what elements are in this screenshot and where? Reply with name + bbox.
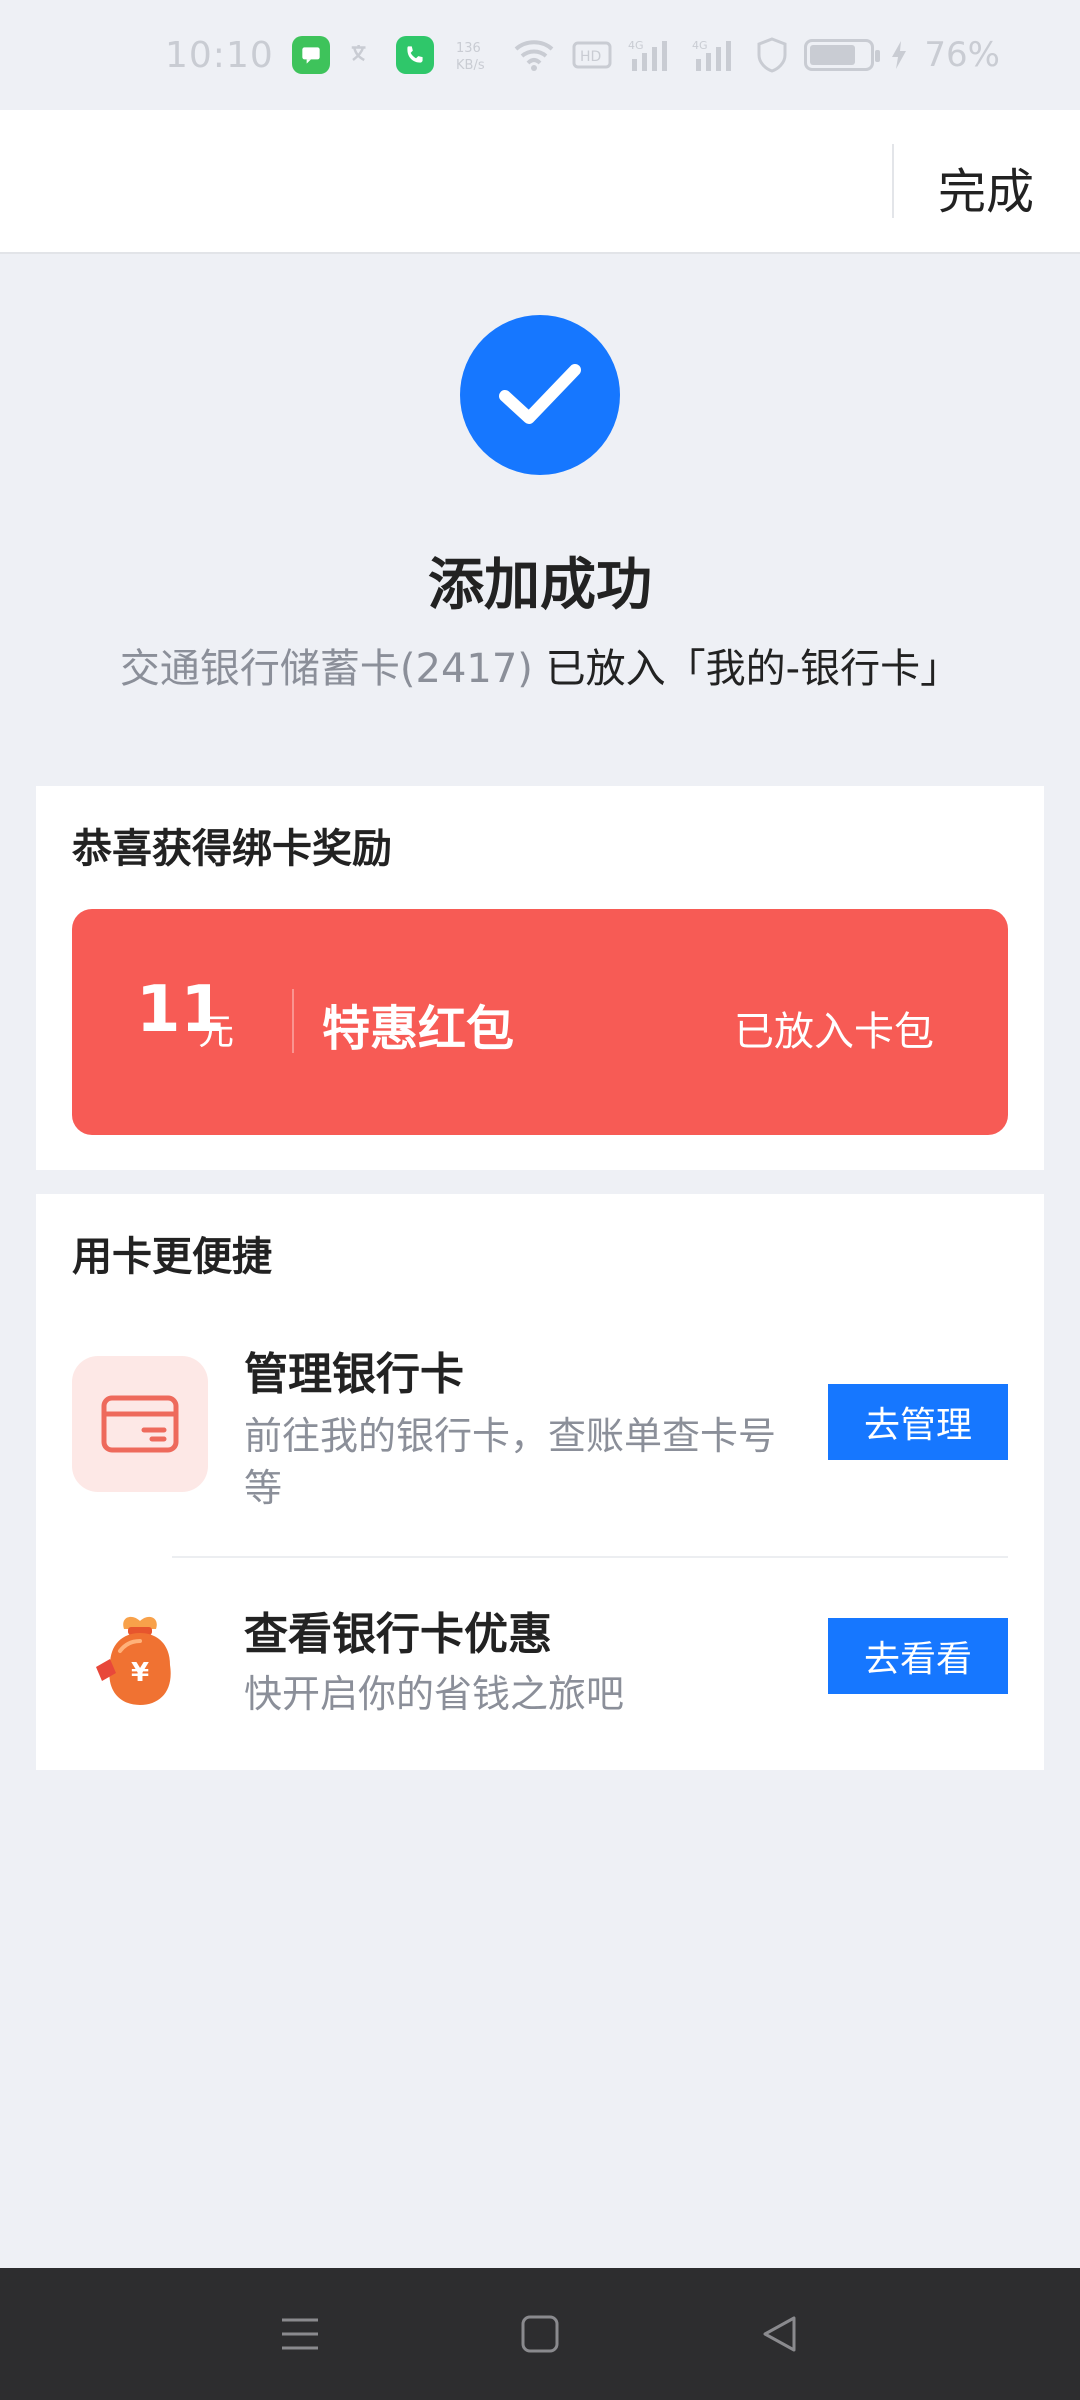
wifi-icon	[512, 37, 556, 73]
phone-app-icon	[395, 36, 434, 74]
red-packet-name: 特惠红包	[322, 1001, 515, 1057]
card-offers-title: 查看银行卡优惠	[244, 1609, 552, 1660]
success-title: 添加成功	[428, 553, 652, 618]
battery-icon	[804, 39, 881, 71]
red-packet-divider	[292, 989, 294, 1053]
status-right: 136 KB/s HD 4G 4G 76%	[456, 35, 1000, 75]
header-divider	[892, 144, 894, 218]
quick-use-card: 用卡更便捷 管理银行卡 前往我的银行卡，查账单查卡号等 去管理 ¥ 查看银行卡优…	[36, 1194, 1044, 1770]
svg-text:KB/s: KB/s	[456, 58, 485, 73]
battery-percent: 76%	[924, 35, 1000, 75]
list-item-manage-card[interactable]: 管理银行卡 前往我的银行卡，查账单查卡号等 去管理	[36, 1314, 1044, 1554]
quick-use-title: 用卡更便捷	[72, 1234, 272, 1280]
card-name: 交通银行储蓄卡(2417)	[119, 646, 533, 692]
manage-card-title: 管理银行卡	[244, 1349, 464, 1400]
svg-text:4G: 4G	[628, 39, 644, 52]
signal-2-icon: 4G	[692, 37, 740, 73]
status-left: 10:10	[165, 35, 434, 76]
row-divider	[172, 1556, 1008, 1558]
signal-1-icon: 4G	[628, 37, 676, 73]
go-see-button[interactable]: 去看看	[828, 1618, 1008, 1694]
done-button[interactable]: 完成	[938, 152, 1034, 222]
success-subtitle: 交通银行储蓄卡(2417) 已放入「我的-银行卡」	[0, 636, 1080, 694]
back-icon[interactable]	[740, 2294, 820, 2374]
shield-icon	[756, 37, 788, 73]
list-item-card-offers[interactable]: ¥ 查看银行卡优惠 快开启你的省钱之旅吧 去看看	[36, 1554, 1044, 1770]
placed-text: 已放入「我的-银行卡」	[532, 646, 961, 692]
reward-title: 恭喜获得绑卡奖励	[72, 826, 392, 872]
network-speed-icon: 136 KB/s	[456, 37, 496, 73]
red-packet-coupon[interactable]: 11 元 特惠红包 已放入卡包	[72, 909, 1008, 1135]
card-offers-desc: 快开启你的省钱之旅吧	[244, 1672, 625, 1716]
go-manage-button[interactable]: 去管理	[828, 1384, 1008, 1460]
svg-text:¥: ¥	[131, 1658, 149, 1688]
bank-card-icon	[72, 1356, 208, 1492]
top-header: 完成	[0, 110, 1080, 254]
svg-text:HD: HD	[580, 49, 601, 65]
system-nav-bar	[0, 2268, 1080, 2400]
svg-text:136: 136	[456, 41, 481, 56]
home-icon[interactable]	[500, 2294, 580, 2374]
status-bar: 10:10 136 KB/s HD 4G 4G 76%	[0, 0, 1080, 110]
red-packet-unit: 元	[198, 1012, 235, 1053]
messages-app-icon	[291, 36, 330, 74]
status-time: 10:10	[165, 34, 274, 76]
red-packet-status: 已放入卡包	[734, 1009, 934, 1055]
svg-text:4G: 4G	[692, 39, 708, 52]
menu-icon[interactable]	[260, 2294, 340, 2374]
charging-icon	[890, 39, 908, 71]
money-bag-icon: ¥	[72, 1594, 208, 1730]
reward-card: 恭喜获得绑卡奖励 11 元 特惠红包 已放入卡包	[36, 786, 1044, 1170]
success-check-icon	[460, 315, 620, 475]
manage-card-desc: 前往我的银行卡，查账单查卡号等	[244, 1414, 777, 1510]
hd-icon: HD	[572, 39, 612, 71]
translate-icon	[348, 40, 378, 70]
